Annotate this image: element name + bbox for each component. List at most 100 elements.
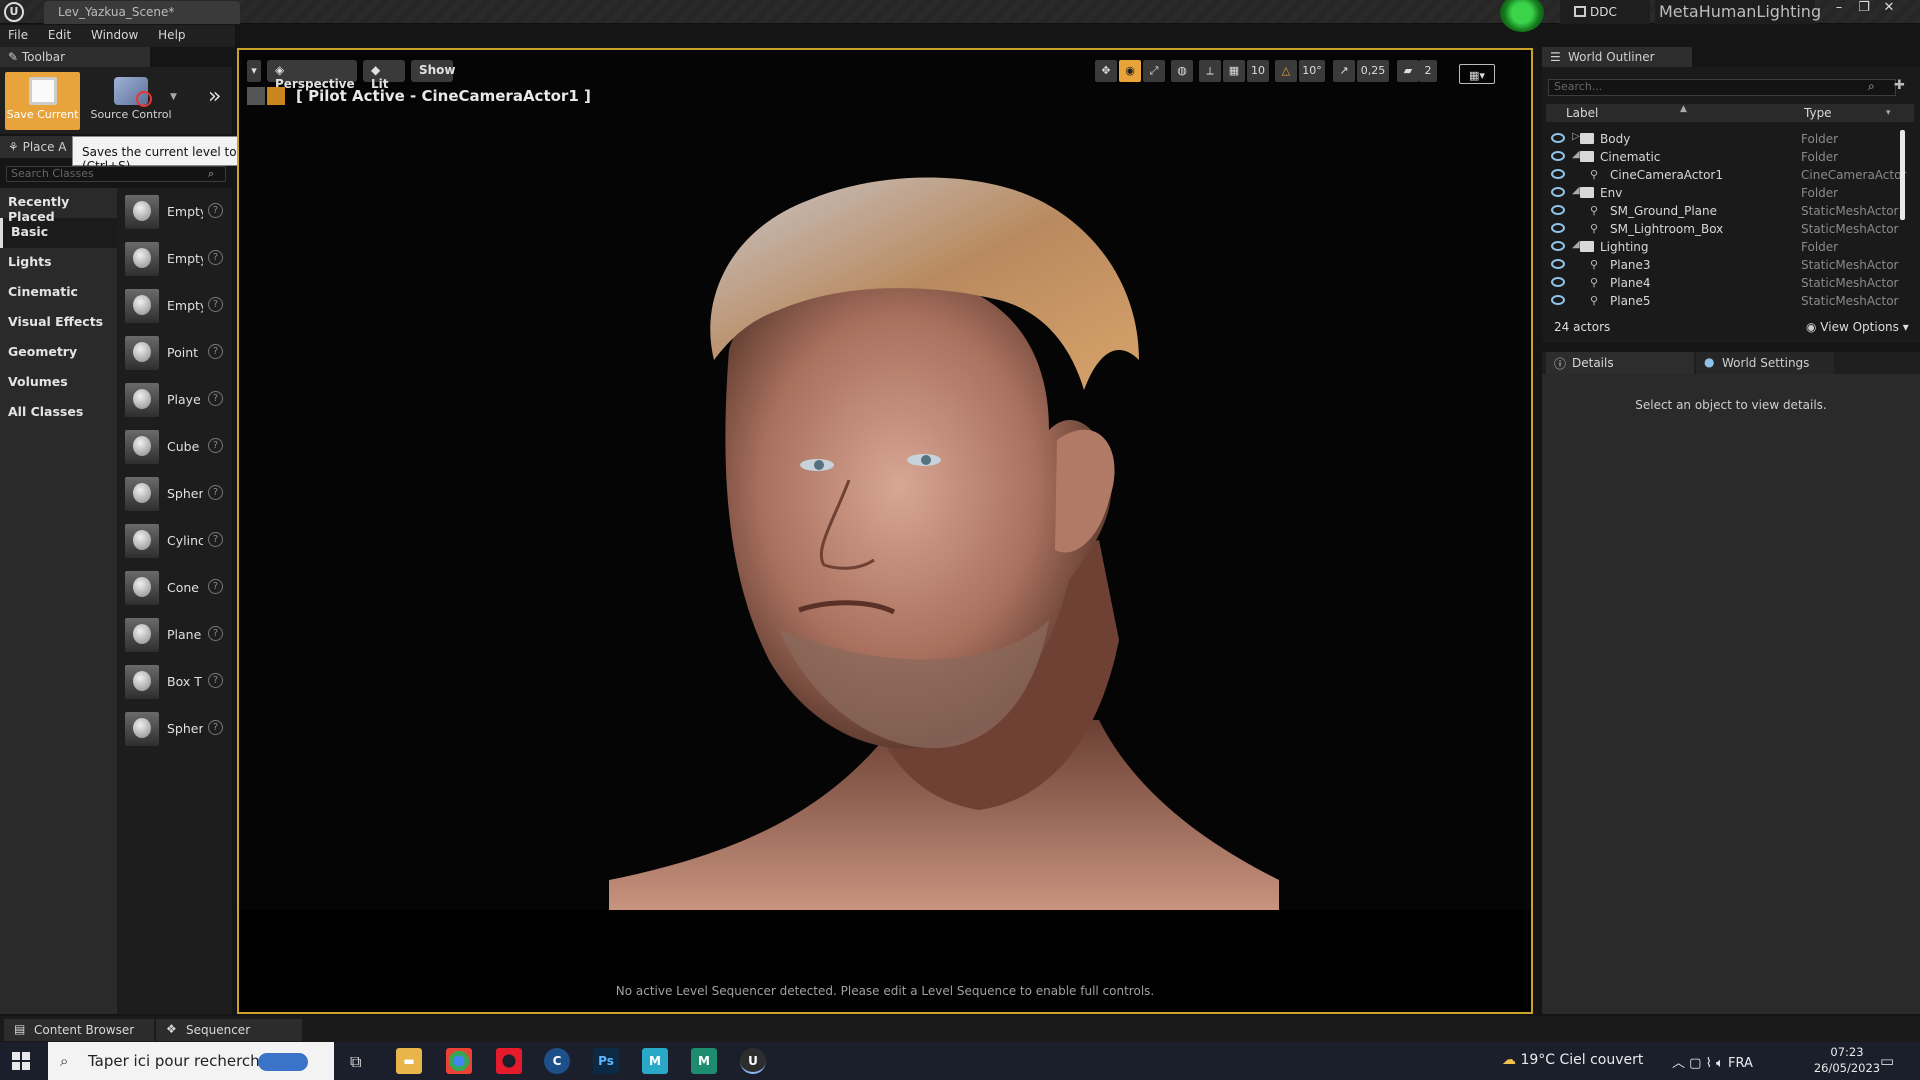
rotation-snap-icon[interactable]: △ [1275,60,1297,82]
viewport-layout-icon[interactable]: ▦▾ [1459,64,1495,84]
content-browser-tab[interactable]: ▤ Content Browser [4,1019,154,1041]
class-item[interactable]: Playe? [117,376,232,423]
help-icon[interactable]: ? [208,250,223,265]
ddc-button[interactable]: DDC [1560,0,1650,24]
windows-start-icon[interactable] [12,1052,30,1070]
restore-button[interactable]: ❐ [1853,0,1875,18]
tray-chevron-icon[interactable]: ︿ [1672,1056,1689,1071]
outliner-row[interactable]: ▷ Body Folder [1546,130,1898,148]
save-current-button[interactable]: Save Current [5,72,80,130]
visibility-eye-icon[interactable] [1551,241,1565,251]
source-control-dropdown-icon[interactable]: ▼ [170,92,177,102]
help-icon[interactable]: ? [208,673,223,688]
class-item[interactable]: Cube? [117,423,232,470]
view-options-button[interactable]: ◉ View Options ▾ [1806,320,1909,334]
visibility-eye-icon[interactable] [1551,277,1565,287]
class-item[interactable]: Empty? [117,188,232,235]
toolbar-expand-icon[interactable]: » [208,84,221,109]
expand-arrow-icon[interactable]: ◢ [1572,239,1580,250]
camera-speed-value[interactable]: 2 [1419,60,1437,82]
visibility-eye-icon[interactable] [1551,133,1565,143]
app-maya-icon[interactable]: M [691,1048,717,1074]
translate-tool-icon[interactable]: ✥ [1095,60,1117,82]
visibility-eye-icon[interactable] [1551,151,1565,161]
menu-window[interactable]: Window [83,25,146,45]
lit-button[interactable]: ◆ Lit [363,60,405,91]
search-classes-input[interactable]: Search Classes [6,166,226,182]
type-column-header[interactable]: Type [1804,106,1832,120]
class-item[interactable]: Spher? [117,705,232,752]
unreal-engine-taskbar-icon[interactable]: U [740,1048,766,1074]
scale-snap-value[interactable]: 0,25 [1357,60,1389,82]
help-icon[interactable]: ? [208,203,223,218]
help-icon[interactable]: ? [208,297,223,312]
category-lights[interactable]: Lights [0,248,117,278]
class-item[interactable]: Cone? [117,564,232,611]
add-actor-icon[interactable]: ✚ [1894,78,1905,93]
weather-widget[interactable]: ☁ 19°C Ciel couvert [1502,1052,1643,1068]
live-coding-orb-icon[interactable] [1500,0,1544,32]
document-tab[interactable]: Lev_Yazkua_Scene* [44,1,240,24]
outliner-scrollbar[interactable] [1900,130,1905,220]
help-icon[interactable]: ? [208,391,223,406]
class-item[interactable]: Box T? [117,658,232,705]
grid-snap-icon[interactable]: ▦ [1223,60,1245,82]
outliner-row[interactable]: ◢ Lighting Folder [1546,238,1898,256]
file-explorer-icon[interactable]: ▬ [396,1048,422,1074]
outliner-row[interactable]: ⚲ SM_Ground_Plane StaticMeshActor [1546,202,1898,220]
category-volumes[interactable]: Volumes [0,368,117,398]
help-icon[interactable]: ? [208,532,223,547]
class-item[interactable]: Cylinc? [117,517,232,564]
world-settings-tab[interactable]: ● World Settings [1696,352,1834,374]
category-visual-effects[interactable]: Visual Effects [0,308,117,338]
opera-icon[interactable] [496,1048,522,1074]
chrome-icon[interactable] [446,1048,472,1074]
visibility-eye-icon[interactable] [1551,205,1565,215]
outliner-row[interactable]: ⚲ SM_Lightroom_Box StaticMeshActor [1546,220,1898,238]
column-dropdown-icon[interactable]: ▾ [1886,108,1891,118]
rotation-snap-value[interactable]: 10° [1299,60,1325,82]
visibility-eye-icon[interactable] [1551,295,1565,305]
label-column-header[interactable]: Label [1566,106,1598,120]
visibility-eye-icon[interactable] [1551,187,1565,197]
class-item[interactable]: Spher? [117,470,232,517]
task-view-icon[interactable]: ⧉ [350,1052,361,1072]
outliner-row[interactable]: ⚲ Plane4 StaticMeshActor [1546,274,1898,292]
class-item[interactable]: Empty? [117,282,232,329]
help-icon[interactable]: ? [208,438,223,453]
surface-snap-icon[interactable]: ⟂ [1199,60,1221,82]
rotate-tool-icon[interactable]: ◉ [1119,60,1141,82]
menu-edit[interactable]: Edit [40,25,79,45]
class-item[interactable]: Plane? [117,611,232,658]
outliner-row[interactable]: ⚲ Plane3 StaticMeshActor [1546,256,1898,274]
help-icon[interactable]: ? [208,720,223,735]
viewport-options-dropdown-icon[interactable]: ▾ [247,60,261,82]
volume-icon[interactable]: 🔈︎ [1716,1056,1728,1071]
grid-snap-value[interactable]: 10 [1247,60,1269,82]
photoshop-icon[interactable]: Ps [593,1048,619,1074]
level-viewport[interactable]: ▾ ◈ Perspective ◆ Lit Show ✥ ◉ ⤢ ◍ ⟂ ▦ 1… [237,48,1533,1014]
world-space-icon[interactable]: ◍ [1171,60,1193,82]
help-icon[interactable]: ? [208,344,223,359]
minimize-button[interactable]: – [1828,0,1850,18]
perspective-button[interactable]: ◈ Perspective [267,60,357,91]
visibility-eye-icon[interactable] [1551,169,1565,179]
category-geometry[interactable]: Geometry [0,338,117,368]
show-button[interactable]: Show [411,60,456,82]
source-control-button[interactable]: Source Control [86,72,176,130]
world-outliner-tab[interactable]: ☰ World Outliner [1542,47,1692,67]
app-m-icon[interactable]: M [642,1048,668,1074]
visibility-eye-icon[interactable] [1551,259,1565,269]
toolbar-tab[interactable]: ✎ Toolbar [0,47,150,67]
expand-arrow-icon[interactable]: ◢ [1572,149,1580,160]
taskbar-clock[interactable]: 07:23 26/05/2023 [1812,1044,1882,1076]
language-indicator[interactable]: FRA [1728,1056,1753,1071]
category-all-classes[interactable]: All Classes [0,398,117,428]
menu-file[interactable]: File [0,25,36,45]
visibility-eye-icon[interactable] [1551,223,1565,233]
camera-speed-icon[interactable]: ▰ [1397,60,1419,82]
outliner-row[interactable]: ◢ Cinematic Folder [1546,148,1898,166]
sequencer-tab[interactable]: ❖ Sequencer [156,1019,302,1041]
scale-snap-icon[interactable]: ↗ [1333,60,1355,82]
notifications-icon[interactable]: ▭ [1880,1052,1894,1070]
